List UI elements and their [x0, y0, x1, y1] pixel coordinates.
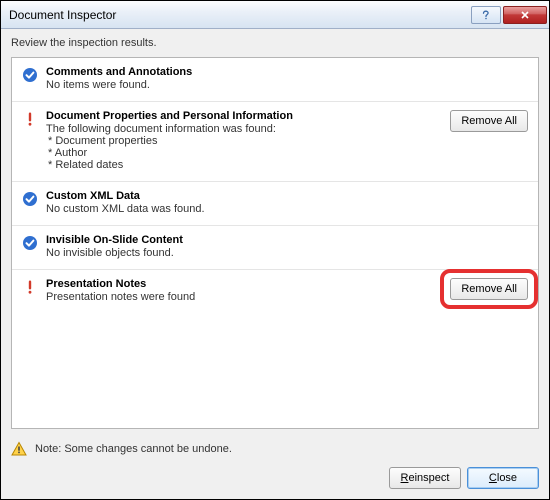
section-action: Remove All — [450, 278, 528, 300]
section-body: Custom XML DataNo custom XML data was fo… — [46, 190, 528, 215]
check-circle-icon — [22, 191, 38, 207]
window-title: Document Inspector — [9, 8, 469, 22]
warning-triangle-icon — [11, 441, 27, 457]
section-body: Comments and AnnotationsNo items were fo… — [46, 66, 528, 91]
instruction-text: Review the inspection results. — [1, 29, 549, 53]
section-title: Presentation Notes — [46, 278, 440, 290]
remove-all-button[interactable]: Remove All — [450, 110, 528, 132]
section-title: Document Properties and Personal Informa… — [46, 110, 440, 122]
exclamation-icon — [22, 279, 38, 295]
footer-buttons: Reinspect Close — [11, 467, 539, 489]
close-label-rest: lose — [497, 472, 517, 484]
help-button[interactable] — [471, 6, 501, 24]
status-warning-icon — [22, 111, 38, 127]
close-icon — [520, 10, 530, 20]
status-warning-icon — [22, 279, 38, 295]
section-title: Comments and Annotations — [46, 66, 528, 78]
dialog-footer: Note: Some changes cannot be undone. Rei… — [1, 435, 549, 499]
section-action: Remove All — [450, 110, 528, 132]
section-body: Presentation NotesPresentation notes wer… — [46, 278, 440, 303]
section-title: Invisible On-Slide Content — [46, 234, 528, 246]
status-ok-icon — [22, 235, 38, 251]
result-section: Invisible On-Slide ContentNo invisible o… — [12, 226, 538, 270]
remove-all-button[interactable]: Remove All — [450, 278, 528, 300]
section-description: Presentation notes were found — [46, 291, 440, 303]
section-description: The following document information was f… — [46, 123, 440, 135]
section-description: No custom XML data was found. — [46, 203, 528, 215]
reinspect-button[interactable]: Reinspect — [389, 467, 461, 489]
section-detail: * Author — [46, 147, 440, 159]
section-description: No invisible objects found. — [46, 247, 528, 259]
close-button[interactable]: Close — [467, 467, 539, 489]
section-title: Custom XML Data — [46, 190, 528, 202]
section-description: No items were found. — [46, 79, 528, 91]
section-detail: * Document properties — [46, 135, 440, 147]
check-circle-icon — [22, 67, 38, 83]
section-body: Invisible On-Slide ContentNo invisible o… — [46, 234, 528, 259]
titlebar: Document Inspector — [1, 1, 549, 29]
status-ok-icon — [22, 191, 38, 207]
section-detail: * Related dates — [46, 159, 440, 171]
footer-note-text: Note: Some changes cannot be undone. — [35, 443, 232, 455]
footer-note: Note: Some changes cannot be undone. — [11, 441, 539, 457]
document-inspector-dialog: Document Inspector Review the inspection… — [0, 0, 550, 500]
results-list: Comments and AnnotationsNo items were fo… — [11, 57, 539, 429]
section-body: Document Properties and Personal Informa… — [46, 110, 440, 171]
help-icon — [481, 10, 491, 20]
result-section: Comments and AnnotationsNo items were fo… — [12, 58, 538, 102]
result-section: Document Properties and Personal Informa… — [12, 102, 538, 182]
check-circle-icon — [22, 235, 38, 251]
window-close-button[interactable] — [503, 6, 547, 24]
status-ok-icon — [22, 67, 38, 83]
result-section: Presentation NotesPresentation notes wer… — [12, 270, 538, 313]
reinspect-label-rest: einspect — [408, 472, 449, 484]
result-section: Custom XML DataNo custom XML data was fo… — [12, 182, 538, 226]
exclamation-icon — [22, 111, 38, 127]
